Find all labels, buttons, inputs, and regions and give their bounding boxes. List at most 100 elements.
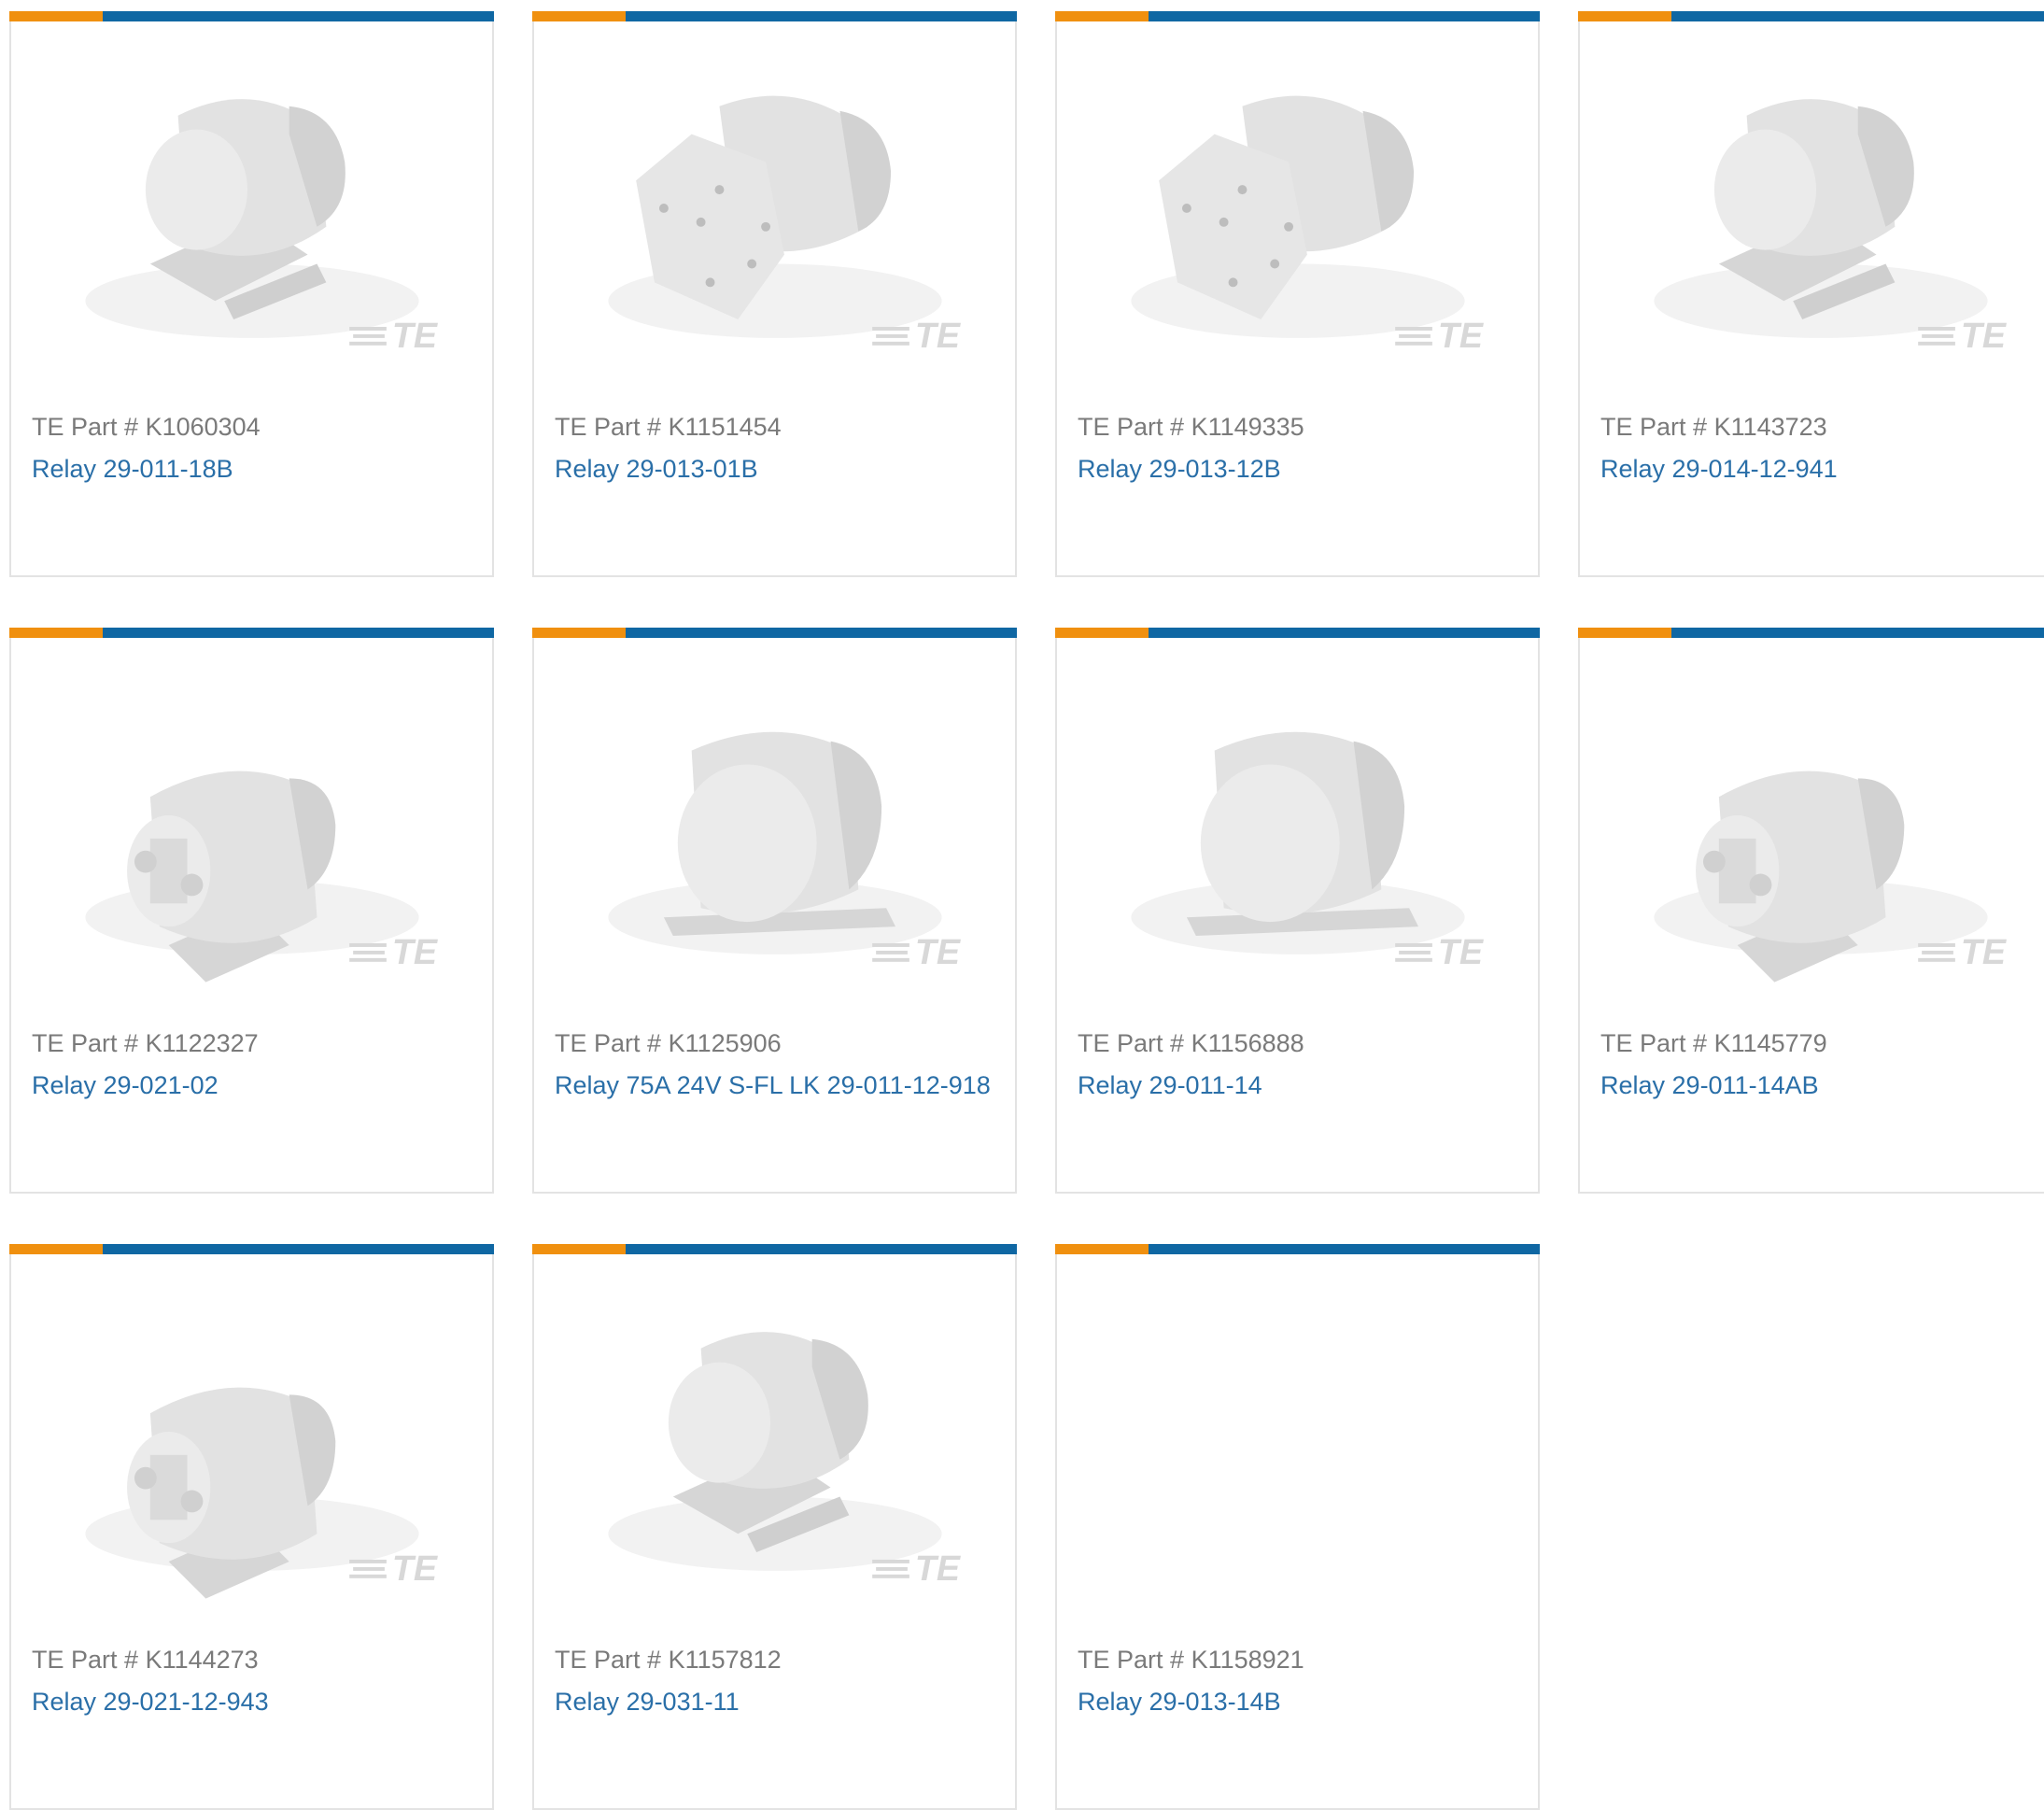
card-accent-bar: [1578, 628, 2044, 638]
part-number: TE Part # K1145779: [1600, 1029, 1827, 1058]
svg-text:TE: TE: [1961, 932, 2008, 971]
part-number-prefix: TE Part #: [1078, 1029, 1185, 1057]
part-number-value: K1060304: [145, 413, 261, 441]
part-number: TE Part # K1143723: [1600, 413, 1827, 442]
svg-text:TE: TE: [392, 932, 439, 971]
card-accent-bar: [532, 628, 1017, 638]
card-accent-bar: [1055, 11, 1540, 21]
product-card[interactable]: TE TE Part # K1143723 Relay 29-014-12-941: [1578, 11, 2044, 577]
relay-bracket-mount-icon[interactable]: TE: [1580, 21, 2044, 386]
card-accent-bar: [1055, 1244, 1540, 1254]
part-number: TE Part # K1151454: [555, 413, 782, 442]
accent-blue-segment: [103, 628, 494, 638]
part-number-prefix: TE Part #: [1600, 1029, 1708, 1057]
svg-text:TE: TE: [1961, 316, 2008, 355]
relay-terminal-studs-icon[interactable]: TE: [1580, 638, 2044, 1002]
part-number-value: K1158921: [1191, 1646, 1304, 1674]
card-accent-bar: [532, 11, 1017, 21]
part-number: TE Part # K1158921: [1078, 1646, 1304, 1675]
product-card[interactable]: TE Part # K1158921 Relay 29-013-14B: [1055, 1244, 1540, 1810]
part-number-prefix: TE Part #: [32, 413, 139, 441]
accent-orange-segment: [9, 628, 103, 638]
accent-blue-segment: [1149, 1244, 1540, 1254]
accent-orange-segment: [1055, 11, 1149, 21]
product-card[interactable]: TE TE Part # K1122327 Relay 29-021-02: [9, 628, 494, 1194]
part-number: TE Part # K1156888: [1078, 1029, 1304, 1058]
part-number-value: K1125906: [668, 1029, 782, 1057]
product-image[interactable]: [1057, 1254, 1538, 1619]
part-number-value: K1151454: [668, 413, 782, 441]
product-card[interactable]: TE TE Part # K1125906 Relay 75A 24V S-FL L…: [532, 628, 1017, 1194]
svg-text:TE: TE: [392, 1548, 439, 1588]
part-number: TE Part # K1122327: [32, 1029, 259, 1058]
svg-text:TE: TE: [1438, 932, 1485, 971]
relay-bracket-mount-icon[interactable]: TE: [534, 1254, 1015, 1619]
product-name-link[interactable]: Relay 29-014-12-941: [1600, 455, 1838, 484]
accent-blue-segment: [103, 11, 494, 21]
product-name-link[interactable]: Relay 29-011-14AB: [1600, 1071, 1819, 1100]
product-name-link[interactable]: Relay 29-031-11: [555, 1688, 740, 1717]
part-number-value: K1157812: [668, 1646, 782, 1674]
relay-bracket-mount-icon[interactable]: TE: [11, 21, 492, 386]
card-accent-bar: [1055, 628, 1540, 638]
product-name-link[interactable]: Relay 29-021-02: [32, 1071, 218, 1100]
part-number-prefix: TE Part #: [32, 1646, 139, 1674]
svg-text:TE: TE: [915, 1548, 962, 1588]
product-card[interactable]: TE TE Part # K1060304 Relay 29-011-18B: [9, 11, 494, 577]
part-number-prefix: TE Part #: [1078, 413, 1185, 441]
part-number: TE Part # K1060304: [32, 413, 261, 442]
svg-text:TE: TE: [1438, 316, 1485, 355]
product-card[interactable]: TE TE Part # K1156888 Relay 29-011-14: [1055, 628, 1540, 1194]
part-number-value: K1144273: [145, 1646, 259, 1674]
product-name-link[interactable]: Relay 29-021-12-943: [32, 1688, 269, 1717]
svg-text:TE: TE: [915, 932, 962, 971]
part-number-value: K1145779: [1713, 1029, 1827, 1057]
accent-blue-segment: [1671, 628, 2044, 638]
relay-plate-mount-icon[interactable]: TE: [534, 21, 1015, 386]
accent-orange-segment: [1578, 628, 1671, 638]
accent-blue-segment: [626, 628, 1017, 638]
card-accent-bar: [9, 1244, 494, 1254]
part-number: TE Part # K1157812: [555, 1646, 782, 1675]
product-name-link[interactable]: Relay 29-011-14: [1078, 1071, 1262, 1100]
product-name-link[interactable]: Relay 29-011-18B: [32, 455, 233, 484]
accent-orange-segment: [532, 628, 626, 638]
product-card[interactable]: TE TE Part # K1151454 Relay 29-013-01B: [532, 11, 1017, 577]
accent-orange-segment: [1055, 1244, 1149, 1254]
part-number-prefix: TE Part #: [32, 1029, 139, 1057]
accent-orange-segment: [1578, 11, 1671, 21]
product-name-link[interactable]: Relay 29-013-12B: [1078, 455, 1281, 484]
part-number-value: K1156888: [1191, 1029, 1304, 1057]
product-name-link[interactable]: Relay 29-013-01B: [555, 455, 758, 484]
accent-orange-segment: [9, 11, 103, 21]
relay-flat-base-icon[interactable]: TE: [534, 638, 1015, 1002]
product-card[interactable]: TE TE Part # K1157812 Relay 29-031-11: [532, 1244, 1017, 1810]
relay-plate-mount-icon[interactable]: TE: [1057, 21, 1538, 386]
card-accent-bar: [9, 628, 494, 638]
product-card[interactable]: TE TE Part # K1149335 Relay 29-013-12B: [1055, 11, 1540, 577]
accent-orange-segment: [532, 11, 626, 21]
card-accent-bar: [9, 11, 494, 21]
part-number-value: K1149335: [1191, 413, 1304, 441]
product-name-link[interactable]: Relay 29-013-14B: [1078, 1688, 1281, 1717]
part-number-prefix: TE Part #: [1600, 413, 1708, 441]
accent-blue-segment: [1149, 628, 1540, 638]
relay-terminal-studs-icon[interactable]: TE: [11, 638, 492, 1002]
accent-blue-segment: [103, 1244, 494, 1254]
product-card[interactable]: TE TE Part # K1144273 Relay 29-021-12-943: [9, 1244, 494, 1810]
relay-terminal-studs-icon[interactable]: TE: [11, 1254, 492, 1619]
part-number-prefix: TE Part #: [555, 1646, 662, 1674]
accent-orange-segment: [1055, 628, 1149, 638]
product-card[interactable]: TE TE Part # K1145779 Relay 29-011-14AB: [1578, 628, 2044, 1194]
part-number-prefix: TE Part #: [555, 413, 662, 441]
part-number: TE Part # K1149335: [1078, 413, 1304, 442]
part-number-value: K1143723: [1713, 413, 1827, 441]
relay-flat-base-icon[interactable]: TE: [1057, 638, 1538, 1002]
accent-blue-segment: [1149, 11, 1540, 21]
product-name-link[interactable]: Relay 75A 24V S-FL LK 29-011-12-918: [555, 1071, 991, 1100]
accent-blue-segment: [626, 11, 1017, 21]
card-accent-bar: [1578, 11, 2044, 21]
accent-blue-segment: [626, 1244, 1017, 1254]
part-number-prefix: TE Part #: [555, 1029, 662, 1057]
card-accent-bar: [532, 1244, 1017, 1254]
